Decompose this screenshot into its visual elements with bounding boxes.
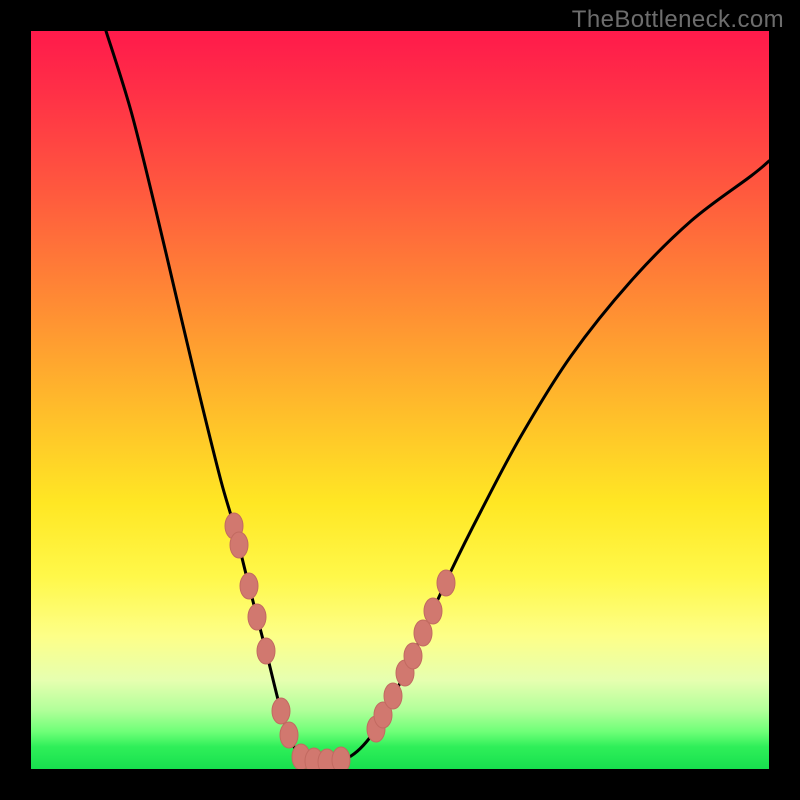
watermark-text: TheBottleneck.com: [572, 6, 784, 34]
chart-gradient-area: [31, 31, 769, 769]
chart-stage: TheBottleneck.com: [0, 0, 800, 800]
